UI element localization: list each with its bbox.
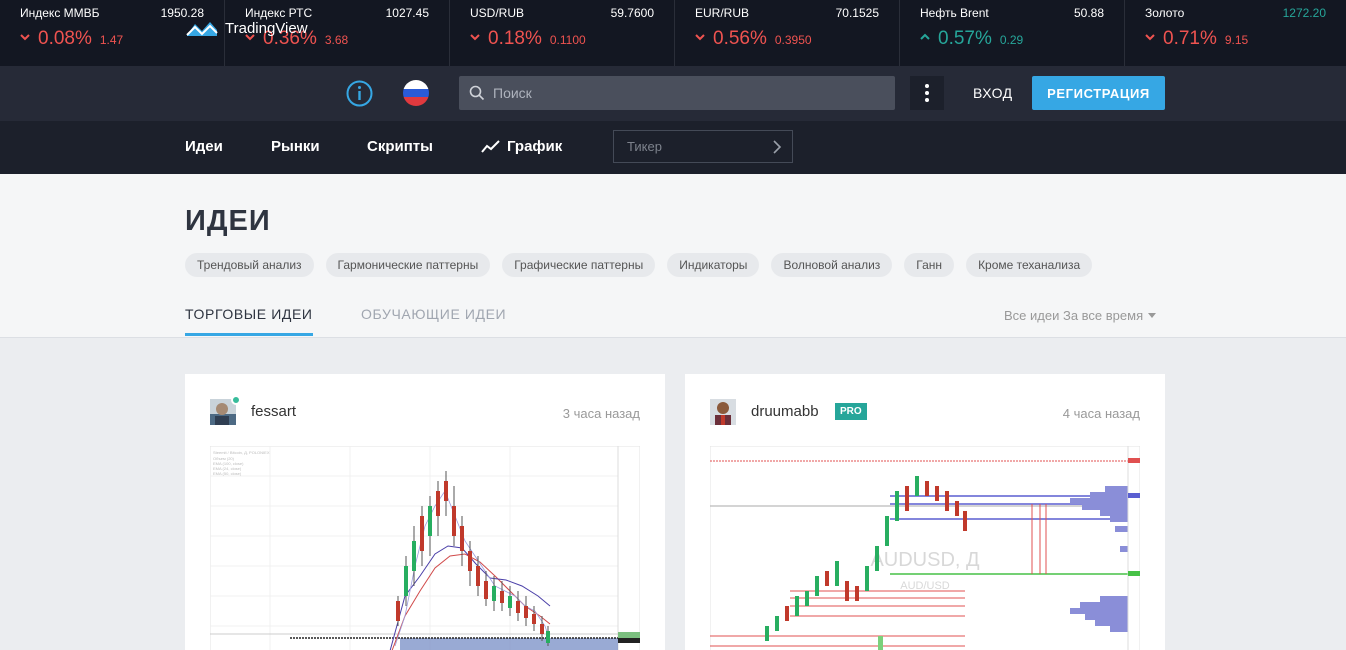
ticker-name: Нефть Brent (920, 6, 989, 20)
chip-harmonic[interactable]: Гармонические паттерны (325, 253, 491, 277)
ticker-price: 1272.20 (1282, 6, 1326, 20)
search-icon (469, 85, 485, 101)
more-menu-button[interactable] (910, 76, 944, 110)
ticker-item[interactable]: USD/RUB 59.7600 0.18% 0.1100 (450, 0, 675, 66)
chevron-down-icon (20, 34, 30, 41)
avatar[interactable] (710, 399, 736, 425)
filter-dropdown[interactable]: Все идеи За все время (1004, 308, 1157, 323)
post-time: 3 часа назад (562, 406, 640, 421)
online-status-dot (231, 395, 241, 405)
ticker-name: Индекс ММВБ (20, 6, 100, 20)
chip-indicators[interactable]: Индикаторы (667, 253, 760, 277)
chart-preview-1: Steemit / Bitcoin, Д, POLONIEXОбъем (20)… (210, 446, 640, 650)
ticker-percent: 0.71% (1163, 28, 1217, 49)
dot (925, 98, 929, 102)
ticker-price: 70.1525 (835, 6, 879, 20)
nav-scripts[interactable]: Скрипты (367, 138, 433, 155)
filter-label: Все идеи За все время (1004, 308, 1144, 323)
russia-flag-icon[interactable] (403, 80, 429, 106)
dot (925, 84, 929, 88)
ticker-percent: 0.56% (713, 28, 767, 49)
logo-text: TradingView (225, 19, 308, 37)
chart-watermark-sub: AUD/USD (900, 580, 950, 592)
search-box[interactable] (459, 76, 895, 110)
avatar-image (710, 399, 736, 425)
ticker-input-placeholder: Тикер (627, 139, 662, 154)
ticker-price: 59.7600 (610, 6, 654, 20)
ticker-item[interactable]: EUR/RUB 70.1525 0.56% 0.3950 (675, 0, 900, 66)
ticker-change: 1.47 (99, 33, 124, 47)
svg-text:EMA (50, close): EMA (50, close) (213, 471, 242, 476)
chart-line-icon (481, 139, 500, 153)
nav-chart-label: График (507, 138, 563, 155)
ticker-percent: 0.08% (38, 28, 92, 49)
chart-preview-2: AUDUSD, Д AUD/USD (710, 446, 1140, 650)
register-button[interactable]: РЕГИСТРАЦИЯ (1032, 76, 1165, 110)
ticker-item[interactable]: Золото 1272.20 0.71% 9.15 (1125, 0, 1346, 66)
info-icon[interactable] (346, 80, 373, 107)
chip-trend[interactable]: Трендовый анализ (185, 253, 314, 277)
idea-chart-thumbnail[interactable]: AUDUSD, Д AUD/USD (710, 446, 1140, 650)
ticker-name: Золото (1145, 6, 1185, 20)
tradingview-logo-icon (186, 22, 218, 36)
ticker-change: 0.3950 (774, 33, 812, 47)
idea-card[interactable]: fessart 3 часа назад Steemit / Bitcoin, … (185, 374, 665, 650)
ticker-name: USD/RUB (470, 6, 525, 20)
ticker-name: EUR/RUB (695, 6, 750, 20)
chevron-down-icon (695, 34, 705, 41)
ticker-change: 0.1100 (549, 33, 586, 47)
chip-non-ta[interactable]: Кроме теханализа (966, 253, 1093, 277)
ticker-percent: 0.18% (488, 28, 542, 49)
ticker-input[interactable]: Тикер (613, 130, 793, 163)
search-input[interactable] (493, 85, 873, 101)
dot (925, 91, 929, 95)
chip-wave[interactable]: Волновой анализ (771, 253, 893, 277)
tab-educational-ideas[interactable]: ОБУЧАЮЩИЕ ИДЕИ (361, 306, 506, 322)
chip-gann[interactable]: Ганн (904, 253, 955, 277)
nav-chart[interactable]: График (481, 138, 562, 155)
ticker-change: 9.15 (1224, 33, 1249, 47)
idea-chart-thumbnail[interactable]: Steemit / Bitcoin, Д, POLONIEX Объем (20)… (210, 446, 640, 650)
chevron-down-icon (1145, 34, 1155, 41)
category-chips: Трендовый анализ Гармонические паттерны … (185, 253, 1093, 277)
author-name[interactable]: fessart (251, 403, 296, 420)
caret-down-icon (1148, 313, 1157, 318)
post-time: 4 часа назад (1062, 406, 1140, 421)
svg-text:Steemit / Bitcoin, Д, POLONIEX: Steemit / Bitcoin, Д, POLONIEX (213, 450, 270, 455)
ticker-change: 3.68 (324, 33, 349, 47)
page-title: ИДЕИ (185, 205, 271, 237)
chevron-down-icon (470, 34, 480, 41)
ticker-price: 1027.45 (385, 6, 429, 20)
ticker-item[interactable]: Нефть Brent 50.88 0.57% 0.29 (900, 0, 1125, 66)
pro-badge: PRO (835, 403, 867, 420)
chart-watermark: AUDUSD, Д (870, 549, 980, 571)
chevron-up-icon (920, 33, 930, 40)
chip-chart-patterns[interactable]: Графические паттерны (502, 253, 656, 277)
login-link[interactable]: ВХОД (973, 85, 1013, 101)
tab-trading-ideas[interactable]: ТОРГОВЫЕ ИДЕИ (185, 306, 313, 336)
idea-card[interactable]: druumabb PRO 4 часа назад AUDUSD, Д AUD/… (685, 374, 1165, 650)
ticker-price: 50.88 (1073, 6, 1104, 20)
nav-markets[interactable]: Рынки (271, 138, 320, 155)
chevron-right-icon (773, 140, 782, 154)
author-name[interactable]: druumabb (751, 403, 819, 420)
nav-ideas[interactable]: Идеи (185, 138, 223, 155)
ticker-change: 0.29 (999, 33, 1024, 47)
ticker-percent: 0.57% (938, 28, 992, 49)
logo[interactable]: TradingView (185, 18, 308, 38)
